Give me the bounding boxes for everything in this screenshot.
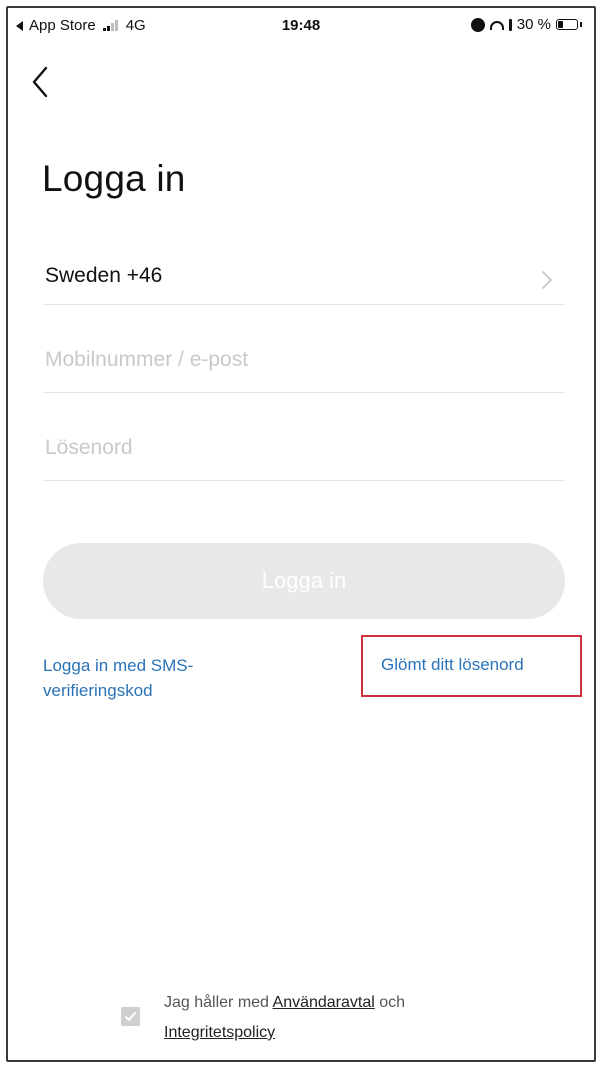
user-agreement-link[interactable]: Användaravtal [273, 994, 375, 1011]
back-button[interactable] [26, 62, 58, 102]
sms-login-link[interactable]: Logga in med SMS-verifieringskod [43, 653, 258, 703]
forgot-password-link[interactable]: Glömt ditt lösenord [381, 655, 524, 675]
agreement-text: Jag håller med Användaravtal och Integri… [164, 988, 524, 1048]
status-bar: App Store 4G 19:48 30 % [8, 8, 594, 42]
country-selector[interactable]: Sweden +46 [43, 244, 565, 305]
agreement-checkbox[interactable] [121, 1007, 140, 1026]
chevron-left-icon [32, 66, 48, 98]
privacy-policy-link[interactable]: Integritetspolicy [164, 1024, 275, 1041]
page-title: Logga in [42, 158, 186, 199]
phone-screen: App Store 4G 19:48 30 % Logga in Sweden … [6, 6, 596, 1062]
login-button[interactable]: Logga in [43, 543, 565, 619]
agreement-conjunction: och [379, 994, 406, 1011]
checkbox-icon [125, 1012, 136, 1021]
phone-email-input[interactable] [45, 328, 545, 392]
chevron-right-icon [542, 271, 552, 289]
battery-cap [580, 22, 582, 27]
battery-fill [558, 21, 563, 28]
battery-icon [556, 19, 578, 30]
country-code-label: Sweden +46 [45, 264, 163, 287]
agreement-prefix: Jag håller med [164, 994, 269, 1011]
password-row [43, 416, 565, 481]
status-right-group: 30 % [470, 16, 582, 33]
location-icon [508, 18, 512, 31]
battery-percent-label: 30 % [516, 16, 551, 33]
phone-email-row [43, 328, 565, 393]
alarm-icon [470, 17, 485, 32]
forgot-password-highlight: Glömt ditt lösenord [361, 635, 582, 697]
headphone-icon [489, 21, 504, 30]
password-input[interactable] [45, 416, 545, 480]
